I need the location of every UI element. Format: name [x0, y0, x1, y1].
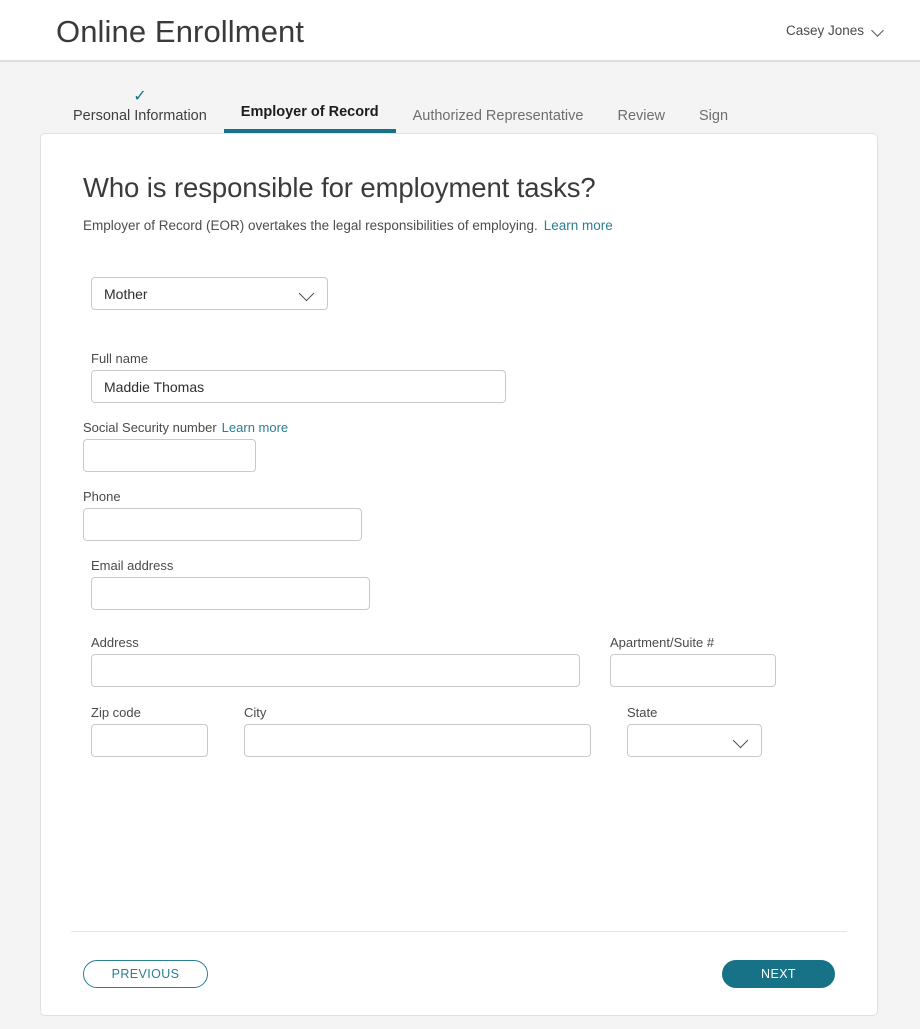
previous-button[interactable]: PREVIOUS [83, 959, 208, 988]
tab-label: Authorized Representative [412, 108, 584, 124]
city-input[interactable] [244, 724, 591, 757]
full-name-label: Full name [91, 351, 149, 366]
email-label: Email address [91, 558, 174, 573]
tab-label: Employer of Record [240, 104, 379, 120]
user-name-label: Casey Jones [785, 22, 864, 38]
form-card: Who is responsible for employment tasks?… [40, 133, 878, 1016]
state-label: State [627, 705, 658, 720]
phone-label: Phone [83, 489, 121, 504]
learn-more-link-ssn[interactable]: Learn more [222, 420, 288, 435]
apartment-input[interactable] [610, 654, 776, 687]
ssn-input[interactable] [83, 439, 256, 472]
tab-label: Review [617, 108, 666, 124]
subtitle-text: Employer of Record (EOR) overtakes the l… [83, 218, 538, 233]
tab-review[interactable]: Review [600, 108, 682, 133]
app-header: Online Enrollment Casey Jones [0, 0, 920, 62]
tab-label: Sign [699, 108, 729, 124]
form-card-body: Who is responsible for employment tasks?… [41, 134, 877, 757]
address-label: Address [91, 635, 139, 650]
ssn-field: Social Security number Learn more [83, 420, 835, 472]
apartment-label: Apartment/Suite # [610, 635, 715, 650]
user-menu[interactable]: Casey Jones [786, 23, 884, 38]
tab-personal-information[interactable]: ✓ Personal Information [56, 89, 224, 133]
stepper-nav: ✓ Personal Information Employer of Recor… [0, 62, 920, 133]
chevron-down-icon [873, 25, 884, 36]
email-field: Email address [91, 558, 835, 610]
phone-input[interactable] [83, 508, 362, 541]
role-select[interactable] [91, 277, 328, 310]
zip-label: Zip code [91, 705, 141, 720]
address-field: Address [91, 635, 580, 687]
next-button[interactable]: NEXT [722, 959, 835, 988]
state-field: State [627, 705, 762, 757]
city-label: City [244, 705, 267, 720]
section-heading: Who is responsible for employment tasks? [83, 172, 596, 203]
tab-employer-of-record[interactable]: Employer of Record [223, 104, 396, 133]
full-name-input[interactable] [91, 370, 506, 403]
role-select-wrap[interactable] [91, 277, 328, 310]
address-input[interactable] [91, 654, 580, 687]
role-field [91, 277, 835, 310]
state-select[interactable] [627, 724, 762, 757]
learn-more-link-eor[interactable]: Learn more [544, 218, 613, 233]
section-subtitle: Employer of Record (EOR) overtakes the l… [83, 218, 835, 233]
check-icon: ✓ [133, 88, 147, 105]
address-row: Address Apartment/Suite # [91, 635, 835, 687]
city-field: City [244, 705, 591, 757]
ssn-label-text: Social Security number [83, 420, 217, 435]
zip-input[interactable] [91, 724, 208, 757]
apartment-field: Apartment/Suite # [610, 635, 776, 687]
form-footer: PREVIOUS NEXT [71, 931, 847, 1015]
tab-label: Personal Information [73, 108, 207, 124]
zip-field: Zip code [91, 705, 208, 757]
ssn-label: Social Security number Learn more [83, 420, 835, 435]
tab-authorized-representative[interactable]: Authorized Representative [396, 108, 601, 133]
full-name-field: Full name [91, 351, 835, 403]
tab-sign[interactable]: Sign [682, 108, 745, 133]
state-select-wrap[interactable] [627, 724, 762, 757]
email-input[interactable] [91, 577, 370, 610]
phone-field: Phone [83, 489, 835, 541]
page-title: Online Enrollment [56, 13, 305, 49]
city-state-row: Zip code City State [91, 705, 835, 757]
